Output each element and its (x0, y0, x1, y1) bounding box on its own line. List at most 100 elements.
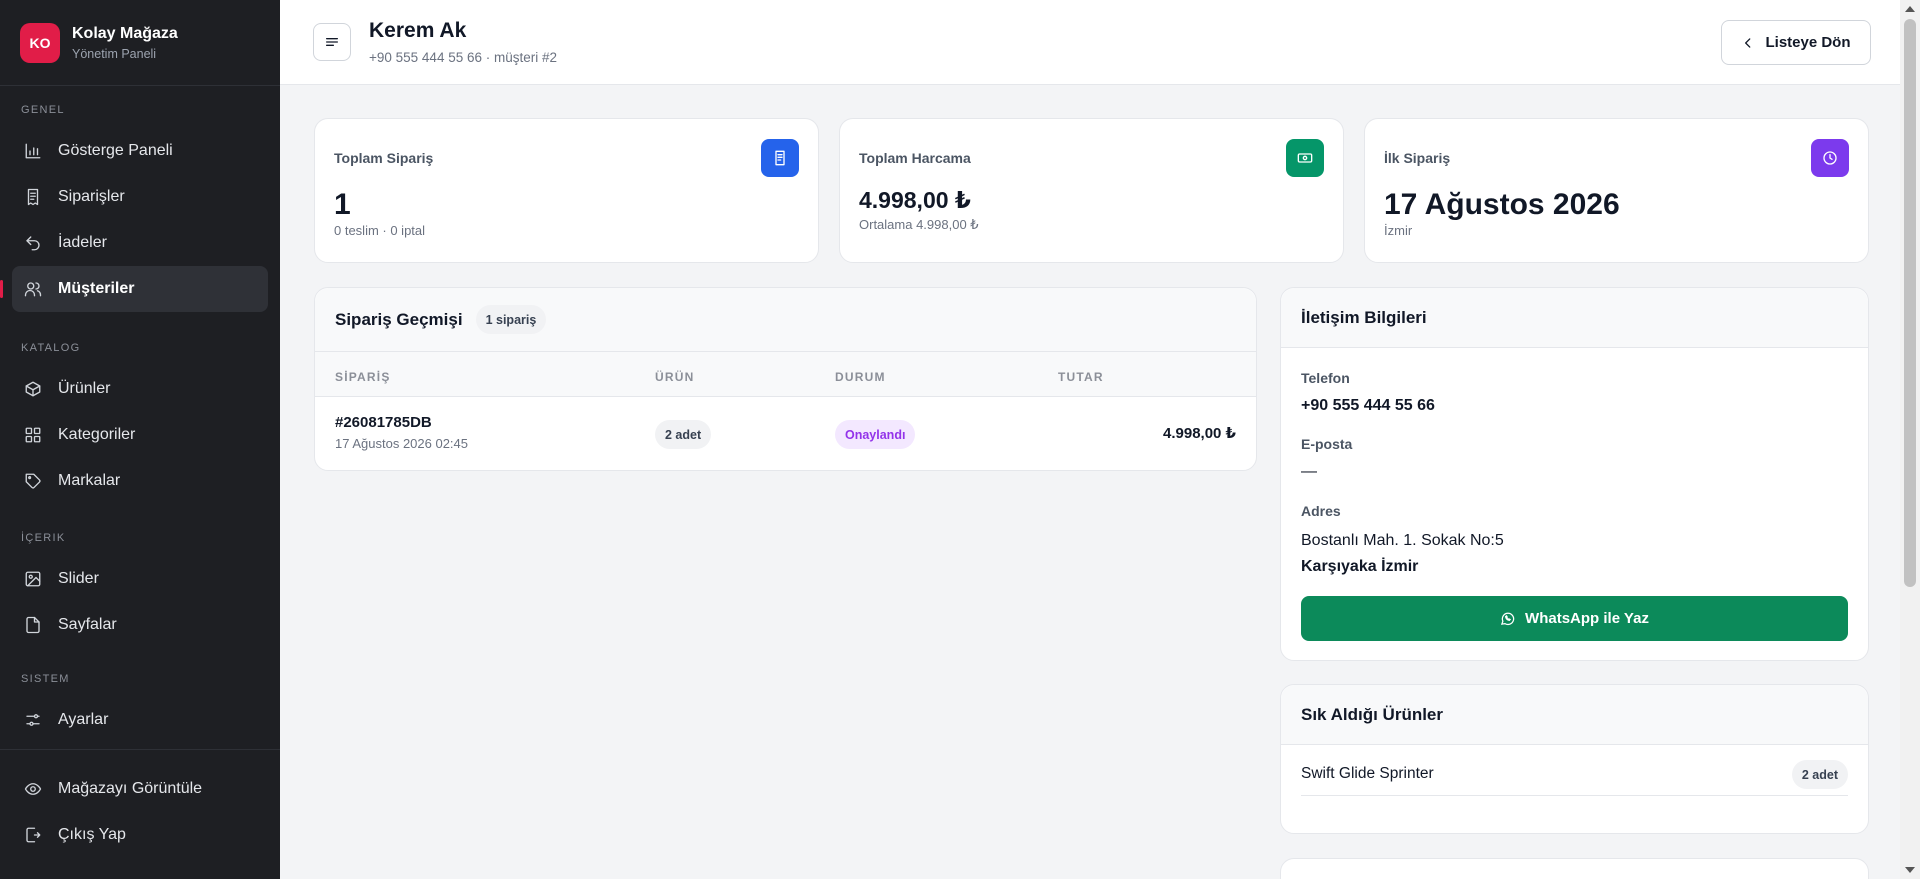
sidebar-item-label: Siparişler (58, 188, 125, 205)
sidebar-item-customers[interactable]: Müşteriler (0, 266, 268, 312)
view-store-button[interactable]: Mağazayı Görüntüle (12, 766, 268, 812)
order-amount: 4.998,00 ₺ (1163, 425, 1236, 442)
page-header: Kerem Ak +90 555 444 55 66 · müşteri #2 … (280, 0, 1900, 85)
sidebar-item-products[interactable]: Ürünler (12, 366, 268, 412)
scrollbar-thumb[interactable] (1904, 19, 1916, 587)
email-value: — (1301, 463, 1317, 480)
stat-card-total-orders: Toplam Sipariş 1 0 teslim · 0 iptal (314, 118, 819, 263)
sliders-icon (26, 714, 40, 726)
users-icon (24, 282, 42, 297)
page-title: Kerem Ak (369, 19, 467, 42)
chevron-left-icon (1745, 37, 1751, 48)
brand-logo: KO (20, 22, 60, 63)
sidebar-item-label: Sayfalar (58, 616, 117, 633)
order-history-title: Sipariş Geçmişi (335, 309, 463, 329)
sidebar-item-label: Markalar (58, 472, 121, 489)
whatsapp-button-label: WhatsApp ile Yaz (1525, 610, 1649, 627)
file-icon (26, 616, 40, 634)
logout-button[interactable]: Çıkış Yap (12, 812, 268, 858)
page-subtitle: +90 555 444 55 66 · müşteri #2 (369, 50, 558, 65)
sidebar-item-returns[interactable]: İadeler (12, 220, 268, 266)
column-header-order: SİPARİŞ (335, 370, 391, 384)
column-header-amount: TUTAR (1058, 370, 1104, 384)
grid-icon (25, 427, 41, 443)
brand[interactable]: KO Kolay Mağaza Yönetim Paneli (0, 0, 280, 86)
sidebar-item-label: Slider (58, 570, 99, 587)
email-label: E-posta (1301, 436, 1353, 452)
stat-value: 17 Ağustos 2026 (1384, 188, 1620, 221)
status-badge: Onaylandı (835, 420, 916, 449)
whatsapp-button[interactable]: WhatsApp ile Yaz (1301, 596, 1848, 641)
stat-card-first-order: İlk Sipariş 17 Ağustos 2026 İzmir (1364, 118, 1869, 263)
frequent-products-header: Sık Aldığı Ürünler (1281, 685, 1868, 745)
product-qty-badge: 2 adet (1791, 760, 1848, 789)
section-label-sistem: SISTEM (21, 673, 70, 685)
order-count-badge: 1 sipariş (475, 305, 547, 334)
whatsapp-icon (1500, 612, 1515, 626)
sidebar-item-dashboard[interactable]: Gösterge Paneli (12, 128, 268, 174)
receipt-icon (775, 150, 785, 166)
brand-name: Kolay Mağaza (72, 24, 178, 42)
brand-subtitle: Yönetim Paneli (72, 46, 157, 61)
phone-label: Telefon (1301, 370, 1350, 386)
stat-card-total-spend: Toplam Harcama 4.998,00 ₺ Ortalama 4.998… (839, 118, 1344, 263)
sidebar: KO Kolay Mağaza Yönetim Paneli GENEL Gös… (0, 0, 280, 879)
banknote-icon (1297, 153, 1313, 163)
sidebar-item-label: Gösterge Paneli (58, 142, 173, 159)
table-row[interactable]: #26081785DB 17 Ağustos 2026 02:45 2 adet… (315, 398, 1256, 470)
section-label-genel: GENEL (21, 104, 65, 116)
order-history-header: Sipariş Geçmişi 1 sipariş (315, 288, 1256, 352)
image-icon (25, 571, 41, 587)
column-header-status: DURUM (835, 370, 886, 384)
frequent-products-title: Sık Aldığı Ürünler (1301, 704, 1444, 724)
sidebar-item-label: Ayarlar (58, 711, 109, 728)
menu-toggle-button[interactable] (313, 23, 351, 61)
stat-icon-wrap (1811, 139, 1849, 177)
address-line: Bostanlı Mah. 1. Sokak No:5 (1301, 532, 1504, 549)
address-city: Karşıyaka İzmir (1301, 558, 1419, 575)
order-code-link[interactable]: #26081785DB (335, 414, 432, 431)
section-label-icerik: İÇERIK (21, 532, 66, 544)
order-date: 17 Ağustos 2026 02:45 (335, 436, 469, 451)
sidebar-item-slider[interactable]: Slider (12, 556, 268, 602)
sidebar-item-brands[interactable]: Markalar (12, 458, 268, 504)
logout-icon (26, 827, 41, 843)
stat-foot: İzmir (1384, 223, 1413, 238)
scroll-down-arrow-icon[interactable] (1905, 867, 1915, 873)
stat-value: 1 (334, 188, 351, 221)
box-icon (25, 381, 41, 397)
scroll-up-arrow-icon[interactable] (1905, 6, 1915, 12)
contact-info-header: İletişim Bilgileri (1281, 288, 1868, 348)
back-to-list-button[interactable]: Listeye Dön (1721, 20, 1871, 65)
table-header-row (315, 352, 1256, 397)
tag-icon (25, 473, 41, 489)
sidebar-item-label: İadeler (58, 234, 107, 251)
undo-icon (26, 236, 40, 251)
stat-foot: Ortalama 4.998,00 ₺ (859, 217, 979, 232)
contact-info-card: İletişim Bilgileri Telefon +90 555 444 5… (1280, 287, 1869, 661)
order-history-card: Sipariş Geçmişi 1 sipariş SİPARİŞ ÜRÜN D… (314, 287, 1257, 471)
sidebar-item-pages[interactable]: Sayfalar (12, 602, 268, 648)
eye-icon (24, 783, 42, 795)
sidebar-item-label: Müşteriler (58, 280, 135, 297)
next-card-partial (1280, 858, 1869, 879)
bar-chart-icon (25, 143, 41, 159)
receipt-icon (27, 188, 39, 206)
stat-label: Toplam Sipariş (334, 150, 434, 166)
sidebar-item-categories[interactable]: Kategoriler (12, 412, 268, 458)
sidebar-item-label: Çıkış Yap (58, 826, 126, 843)
contact-info-title: İletişim Bilgileri (1301, 307, 1427, 327)
menu-icon (326, 38, 338, 46)
stat-icon-wrap (761, 139, 799, 177)
sidebar-item-settings[interactable]: Ayarlar (12, 697, 268, 743)
sidebar-item-label: Mağazayı Görüntüle (58, 780, 203, 797)
clock-icon (1823, 151, 1837, 165)
sidebar-item-orders[interactable]: Siparişler (12, 174, 268, 220)
list-item[interactable]: Swift Glide Sprinter 2 adet (1301, 760, 1848, 796)
address-label: Adres (1301, 503, 1341, 519)
frequent-products-card: Sık Aldığı Ürünler Swift Glide Sprinter … (1280, 684, 1869, 834)
product-name: Swift Glide Sprinter (1301, 765, 1434, 782)
phone-value: +90 555 444 55 66 (1301, 397, 1435, 414)
stat-value: 4.998,00 ₺ (859, 187, 971, 213)
page-scrollbar[interactable] (1900, 0, 1920, 879)
